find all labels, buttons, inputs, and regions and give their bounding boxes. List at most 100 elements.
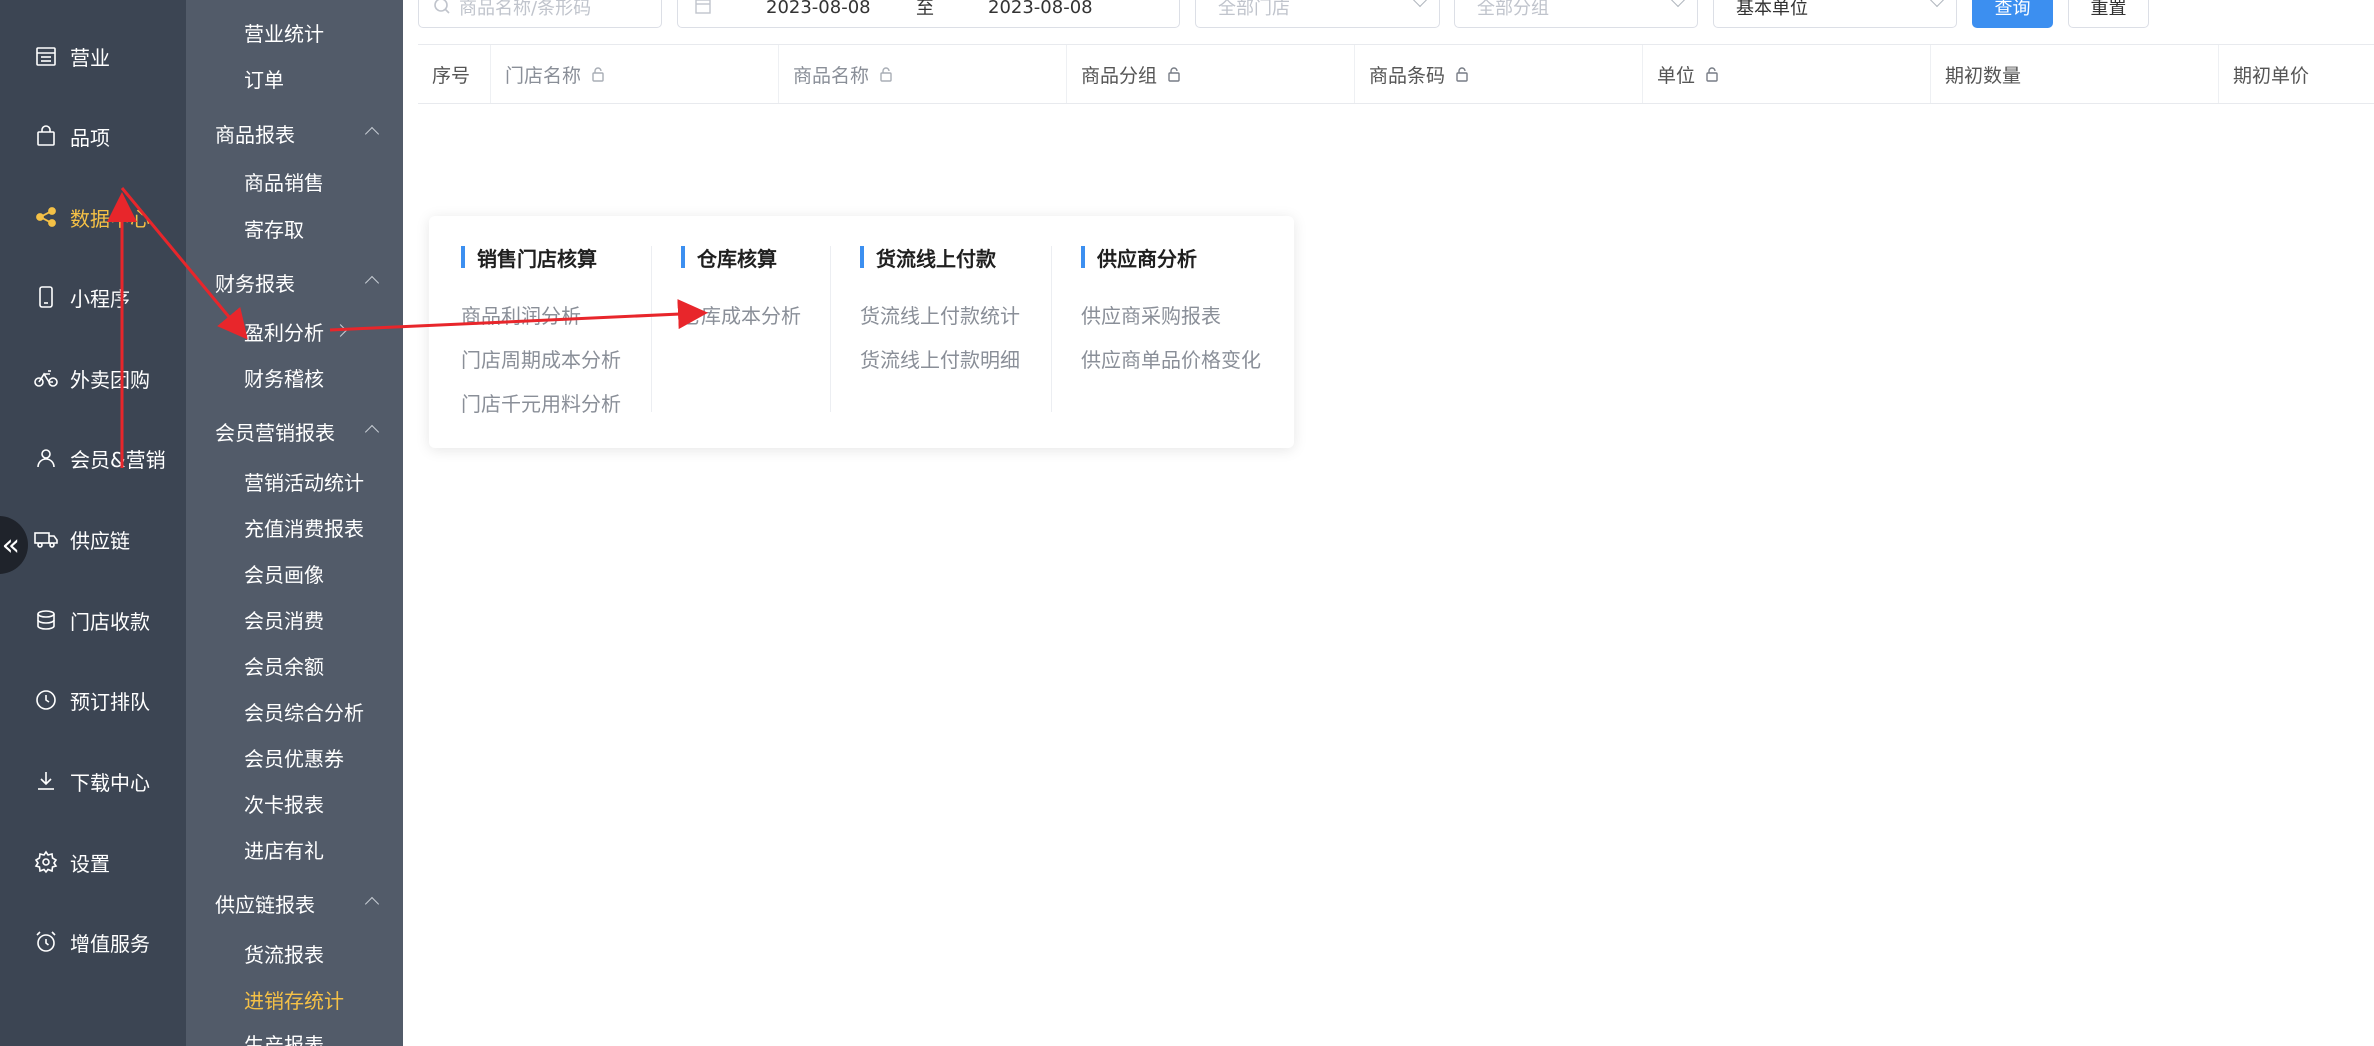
nav-item-label: 下载中心 <box>70 770 150 795</box>
nav-item-label: 数据中心 <box>70 206 150 231</box>
nav-item-value-added[interactable]: 增值服务 <box>0 912 186 972</box>
flyout-link[interactable]: 供应商采购报表 <box>1081 300 1221 329</box>
sidebar-item-member-analysis[interactable]: 会员综合分析 <box>186 691 403 731</box>
chevron-down-icon <box>1929 0 1945 8</box>
chevron-up-icon <box>364 126 380 142</box>
unit-select[interactable]: 基本单位 <box>1713 0 1957 28</box>
clock-icon <box>32 686 60 714</box>
sidebar-group-member-reports[interactable]: 会员营销报表 <box>186 411 403 451</box>
group-select[interactable]: 全部分组 <box>1454 0 1698 28</box>
nav-item-label: 供应链 <box>70 528 130 553</box>
search-icon <box>434 0 450 14</box>
calendar-icon <box>32 42 60 70</box>
flyout-link[interactable]: 仓库成本分析 <box>681 300 801 329</box>
flyout-link[interactable]: 商品利润分析 <box>461 300 581 329</box>
nav-item-settings[interactable]: 设置 <box>0 832 186 892</box>
column-header-unit[interactable]: 单位 <box>1643 45 1931 103</box>
column-header-index[interactable]: 序号 <box>418 45 491 103</box>
sidebar-item-storage[interactable]: 寄存取 <box>186 208 403 248</box>
lock-icon[interactable] <box>877 65 895 83</box>
reset-button[interactable]: 重置 <box>2068 0 2149 28</box>
sidebar-item-production-report[interactable]: 生产报表 <box>186 1023 403 1046</box>
nav-item-data-center[interactable]: 数据中心 <box>0 187 186 247</box>
nav-item-label: 门店收款 <box>70 609 150 634</box>
sidebar-item-product-sales[interactable]: 商品销售 <box>186 161 403 201</box>
lock-icon[interactable] <box>1703 65 1721 83</box>
flyout-divider <box>1051 246 1052 412</box>
share-icon <box>32 203 60 231</box>
sidebar-item-member-balance[interactable]: 会员余额 <box>186 645 403 685</box>
nav-item-delivery[interactable]: 外卖团购 <box>0 348 186 408</box>
flyout-link[interactable]: 货流线上付款统计 <box>860 300 1020 329</box>
nav-item-reservation[interactable]: 预订排队 <box>0 670 186 730</box>
nav-item-business[interactable]: 营业 <box>0 26 186 86</box>
nav-item-label: 设置 <box>70 851 110 876</box>
truck-icon <box>32 525 60 553</box>
sidebar-item-campaign-stats[interactable]: 营销活动统计 <box>186 461 403 501</box>
primary-sidebar: 营业 品项 数据中心 小程序 外卖团购 会员&营销 供应链 门店收款 预订排队 … <box>0 0 186 1046</box>
sidebar-item-member-profile[interactable]: 会员画像 <box>186 553 403 593</box>
database-icon <box>32 606 60 634</box>
lock-icon[interactable] <box>1453 65 1471 83</box>
column-header-opening-price[interactable]: 期初单价 <box>2219 45 2374 103</box>
flyout-link[interactable]: 供应商单品价格变化 <box>1081 344 1261 373</box>
lock-icon[interactable] <box>589 65 607 83</box>
chevron-up-icon <box>364 896 380 912</box>
flyout-heading: 供应商分析 <box>1081 244 1197 271</box>
nav-item-products[interactable]: 品项 <box>0 106 186 166</box>
nav-item-label: 品项 <box>70 125 110 150</box>
sidebar-item-orders[interactable]: 订单 <box>186 58 403 98</box>
sidebar-group-finance-reports[interactable]: 财务报表 <box>186 262 403 302</box>
sidebar-item-finance-audit[interactable]: 财务稽核 <box>186 357 403 397</box>
sidebar-item-profit-analysis[interactable]: 盈利分析 <box>186 311 403 351</box>
nav-item-label: 会员&营销 <box>70 447 166 472</box>
sidebar-item-punch-card[interactable]: 次卡报表 <box>186 783 403 823</box>
bike-icon <box>32 364 60 392</box>
chevron-right-icon <box>334 324 347 337</box>
query-button[interactable]: 查询 <box>1972 0 2053 28</box>
chevron-down-icon <box>1670 0 1686 8</box>
table-header: 序号 门店名称 商品名称 商品分组 商品条码 单位 期初数量 期初单价 <box>418 44 2374 104</box>
date-end: 2023-08-08 <box>988 0 1093 18</box>
date-range-picker[interactable]: 2023-08-08 至 2023-08-08 <box>677 0 1180 28</box>
user-icon <box>32 444 60 472</box>
flyout-link[interactable]: 门店周期成本分析 <box>461 344 621 373</box>
profit-analysis-flyout: 销售门店核算 商品利润分析 门店周期成本分析 门店千元用料分析 仓库核算 仓库成… <box>429 216 1294 448</box>
sidebar-group-supply-reports[interactable]: 供应链报表 <box>186 883 403 923</box>
chevron-up-icon <box>364 275 380 291</box>
nav-item-member-marketing[interactable]: 会员&营销 <box>0 428 186 488</box>
column-header-store[interactable]: 门店名称 <box>491 45 779 103</box>
flyout-divider <box>651 246 652 412</box>
lock-icon[interactable] <box>1165 65 1183 83</box>
column-header-product-group[interactable]: 商品分组 <box>1067 45 1355 103</box>
column-header-product[interactable]: 商品名称 <box>779 45 1067 103</box>
date-separator: 至 <box>916 0 934 19</box>
column-header-barcode[interactable]: 商品条码 <box>1355 45 1643 103</box>
sidebar-group-product-reports[interactable]: 商品报表 <box>186 113 403 153</box>
chevron-up-icon <box>364 424 380 440</box>
nav-item-download-center[interactable]: 下载中心 <box>0 751 186 811</box>
gear-icon <box>32 848 60 876</box>
store-select[interactable]: 全部门店 <box>1195 0 1440 28</box>
nav-item-label: 增值服务 <box>70 931 150 956</box>
flyout-divider <box>830 246 831 412</box>
nav-item-mini-program[interactable]: 小程序 <box>0 267 186 327</box>
sidebar-item-recharge-report[interactable]: 充值消费报表 <box>186 507 403 547</box>
download-icon <box>32 767 60 795</box>
column-header-opening-qty[interactable]: 期初数量 <box>1931 45 2219 103</box>
nav-item-label: 营业 <box>70 45 110 70</box>
search-input[interactable]: 商品名称/条形码 <box>418 0 662 28</box>
sidebar-item-business-stats[interactable]: 营业统计 <box>186 12 403 52</box>
flyout-link[interactable]: 货流线上付款明细 <box>860 344 1020 373</box>
phone-icon <box>32 283 60 311</box>
sidebar-item-goods-flow[interactable]: 货流报表 <box>186 933 403 973</box>
sidebar-item-visit-gift[interactable]: 进店有礼 <box>186 829 403 869</box>
nav-item-supply-chain[interactable]: 供应链 <box>0 509 186 569</box>
sidebar-item-member-consumption[interactable]: 会员消费 <box>186 599 403 639</box>
sidebar-item-member-coupons[interactable]: 会员优惠券 <box>186 737 403 777</box>
nav-item-label: 外卖团购 <box>70 367 150 392</box>
nav-item-label: 预订排队 <box>70 689 150 714</box>
flyout-link[interactable]: 门店千元用料分析 <box>461 388 621 417</box>
nav-item-store-payment[interactable]: 门店收款 <box>0 590 186 650</box>
sidebar-item-inventory-stats[interactable]: 进销存统计 <box>186 979 403 1019</box>
